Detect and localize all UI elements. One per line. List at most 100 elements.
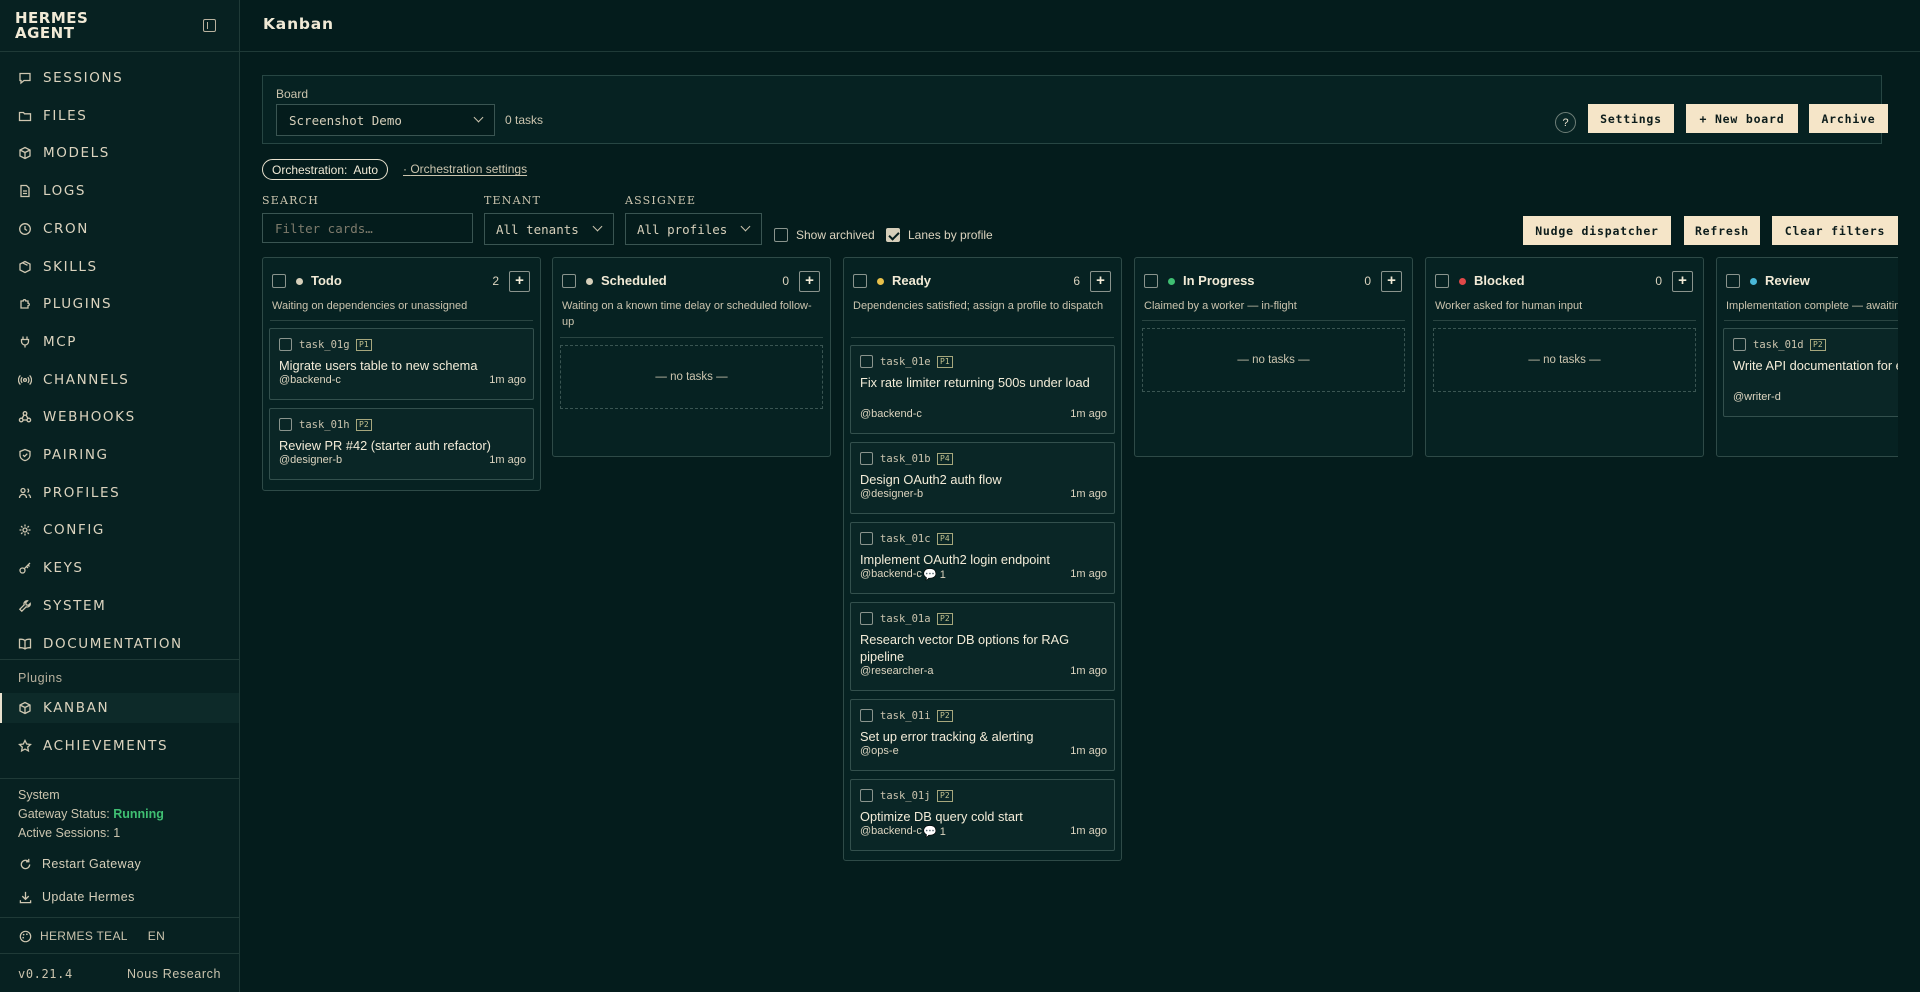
sidebar-item-label: FILES <box>43 107 88 124</box>
task-assignee: @backend-c <box>279 374 341 386</box>
sidebar-item-kanban[interactable]: KANBAN <box>0 693 239 723</box>
sidebar-item-label: PAIRING <box>43 447 109 463</box>
column-select-checkbox[interactable] <box>1435 274 1449 288</box>
sidebar-item-mcp[interactable]: MCP <box>0 327 239 357</box>
column-title: Ready <box>892 273 932 288</box>
column-count: 0 <box>782 274 789 288</box>
task-assignee: @designer-b <box>860 488 924 500</box>
active-sessions: Active Sessions: 1 <box>18 824 164 843</box>
card-select-checkbox[interactable] <box>860 709 873 722</box>
sidebar-item-label: CRON <box>43 220 89 237</box>
kanban-column-blocked: Blocked 0 + Worker asked for human input — n… <box>1425 257 1704 457</box>
sidebar-item-cron[interactable]: CRON <box>0 214 239 244</box>
task-assignee: @backend-c <box>860 408 922 420</box>
sidebar-item-keys[interactable]: KEYS <box>0 553 239 583</box>
sidebar-item-achievements[interactable]: ACHIEVEMENTS <box>0 731 239 761</box>
add-card-button[interactable]: + <box>1090 271 1111 292</box>
task-time: 1m ago <box>1070 488 1107 500</box>
chat-icon <box>18 71 32 85</box>
board-label: Board <box>276 87 309 101</box>
new-board-button[interactable]: + New board <box>1686 104 1798 133</box>
theme-selector[interactable]: HERMES TEAL <box>40 929 128 943</box>
restart-gateway-button[interactable]: Restart Gateway <box>18 854 141 874</box>
column-title: In Progress <box>1183 273 1255 288</box>
clear-filters-button[interactable]: Clear filters <box>1772 216 1898 245</box>
sidebar-item-pairing[interactable]: PAIRING <box>0 440 239 470</box>
nudge-dispatcher-button[interactable]: Nudge dispatcher <box>1523 216 1671 245</box>
org-link[interactable]: Nous Research <box>127 967 221 981</box>
task-card[interactable]: task_01c P4 Implement OAuth2 login endpoin… <box>850 522 1115 594</box>
sidebar-item-label: WEBHOOKS <box>43 409 136 426</box>
card-select-checkbox[interactable] <box>860 532 873 545</box>
sidebar-item-channels[interactable]: CHANNELS <box>0 365 239 395</box>
task-card[interactable]: task_01h P2 Review PR #42 (starter auth re… <box>269 408 534 480</box>
column-select-checkbox[interactable] <box>272 274 286 288</box>
board-panel: Board Screenshot Demo 0 tasks ? Settings… <box>262 75 1888 144</box>
sidebar-item-models[interactable]: MODELS <box>0 138 239 168</box>
sidebar-collapse-icon[interactable] <box>203 19 216 32</box>
sidebar-item-sessions[interactable]: SESSIONS <box>0 63 239 93</box>
column-select-checkbox[interactable] <box>853 274 867 288</box>
board-select[interactable]: Screenshot Demo <box>276 104 495 136</box>
column-select-checkbox[interactable] <box>562 274 576 288</box>
sidebar-item-logs[interactable]: LOGS <box>0 176 239 206</box>
task-card[interactable]: task_01b P4 Design OAuth2 auth flow @design… <box>850 442 1115 514</box>
card-select-checkbox[interactable] <box>279 338 292 351</box>
sidebar-item-label: PROFILES <box>43 484 121 501</box>
gateway-status: Gateway Status: Running <box>18 805 164 824</box>
restart-gateway-label: Restart Gateway <box>42 857 142 871</box>
lanes-by-profile-checkbox[interactable] <box>886 228 900 242</box>
orchestration-mode-pill[interactable]: Orchestration: Auto <box>262 159 389 180</box>
column-select-checkbox[interactable] <box>1144 274 1158 288</box>
sidebar-item-skills[interactable]: SKILLS <box>0 252 239 282</box>
sidebar-item-system[interactable]: SYSTEM <box>0 591 239 621</box>
orchestration-label: Orchestration: <box>272 162 348 177</box>
sidebar-divider <box>0 917 239 918</box>
archive-button[interactable]: Archive <box>1809 104 1888 133</box>
sidebar-item-profiles[interactable]: PROFILES <box>0 478 239 508</box>
sidebar-item-documentation[interactable]: DOCUMENTATION <box>0 629 239 659</box>
gateway-status-label: Gateway Status: <box>18 807 110 821</box>
task-card[interactable]: task_01d P2 Write API documentation for en… <box>1723 328 1898 417</box>
refresh-button[interactable]: Refresh <box>1684 216 1760 245</box>
card-select-checkbox[interactable] <box>860 612 873 625</box>
sidebar-item-config[interactable]: CONFIG <box>0 515 239 545</box>
settings-button[interactable]: Settings <box>1588 104 1674 133</box>
add-card-button[interactable]: + <box>799 271 820 292</box>
sidebar-item-label: PLUGINS <box>43 296 113 313</box>
sidebar-divider <box>0 953 239 954</box>
kanban-column-in-progress: In Progress 0 + Claimed by a worker — in-fl… <box>1134 257 1413 457</box>
card-select-checkbox[interactable] <box>860 789 873 802</box>
column-select-checkbox[interactable] <box>1726 274 1740 288</box>
priority-badge: P2 <box>937 790 953 802</box>
card-select-checkbox[interactable] <box>860 452 873 465</box>
sidebar-item-files[interactable]: FILES <box>0 101 239 131</box>
sidebar-item-plugins[interactable]: PLUGINS <box>0 289 239 319</box>
orchestration-settings-link[interactable]: · Orchestration settings <box>403 162 527 176</box>
add-card-button[interactable]: + <box>1672 271 1693 292</box>
task-card[interactable]: task_01e P1 Fix rate limiter returning 500… <box>850 345 1115 434</box>
add-card-button[interactable]: + <box>1381 271 1402 292</box>
card-select-checkbox[interactable] <box>1733 338 1746 351</box>
help-button[interactable]: ? <box>1555 112 1576 133</box>
task-title: Set up error tracking & alerting <box>860 729 1034 744</box>
task-assignee: @backend-c <box>860 568 922 580</box>
assignee-select[interactable]: All profiles <box>625 213 762 245</box>
shield-icon <box>18 448 32 462</box>
show-archived-checkbox[interactable] <box>774 228 788 242</box>
task-card[interactable]: task_01i P2 Set up error tracking & alerti… <box>850 699 1115 771</box>
card-select-checkbox[interactable] <box>860 355 873 368</box>
task-card[interactable]: task_01g P1 Migrate users table to new sch… <box>269 328 534 400</box>
card-select-checkbox[interactable] <box>279 418 292 431</box>
sidebar-item-webhooks[interactable]: WEBHOOKS <box>0 402 239 432</box>
column-title: Blocked <box>1474 273 1525 288</box>
task-card[interactable]: task_01a P2 Research vector DB options for… <box>850 602 1115 691</box>
add-card-button[interactable]: + <box>509 271 530 292</box>
update-hermes-button[interactable]: Update Hermes <box>18 887 135 907</box>
kanban-column-ready: Ready 6 + Dependencies satisfied; assign a … <box>843 257 1122 861</box>
search-input[interactable] <box>262 213 473 243</box>
system-status: System Gateway Status: Running Active Se… <box>18 786 164 843</box>
tenant-select[interactable]: All tenants <box>484 213 614 245</box>
task-card[interactable]: task_01j P2 Optimize DB query cold start @b… <box>850 779 1115 851</box>
language-selector[interactable]: EN <box>148 929 165 943</box>
